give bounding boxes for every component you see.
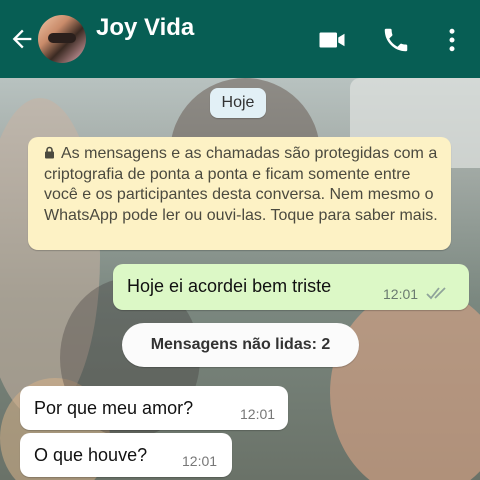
arrow-left-icon[interactable]	[8, 25, 36, 53]
video-camera-icon[interactable]	[316, 25, 348, 55]
more-vertical-icon[interactable]	[436, 25, 468, 55]
message-time: 12:01	[383, 286, 419, 302]
chat-header: Joy Vida	[0, 0, 480, 78]
message-text: Por que meu amor?	[34, 398, 194, 418]
message-time: 12:01	[240, 406, 276, 422]
avatar[interactable]	[38, 15, 86, 63]
message-outgoing[interactable]: Hoje ei acordei bem triste 12:01	[113, 264, 469, 310]
message-text: Hoje ei acordei bem triste	[127, 276, 332, 296]
message-text: O que houve?	[34, 445, 148, 465]
phone-icon[interactable]	[380, 25, 412, 55]
unread-messages-divider: Mensagens não lidas: 2	[122, 323, 359, 367]
double-check-icon	[426, 287, 446, 300]
message-time: 12:01	[182, 453, 218, 469]
date-divider: Hoje	[210, 88, 266, 118]
encryption-notice[interactable]: As mensagens e as chamadas são protegida…	[28, 137, 451, 250]
message-incoming[interactable]: O que houve? 12:01	[20, 433, 232, 477]
message-incoming[interactable]: Por que meu amor? 12:01	[20, 386, 288, 430]
lock-icon	[45, 146, 54, 159]
encryption-notice-text: As mensagens e as chamadas são protegida…	[44, 145, 438, 224]
contact-name[interactable]: Joy Vida	[96, 14, 194, 42]
